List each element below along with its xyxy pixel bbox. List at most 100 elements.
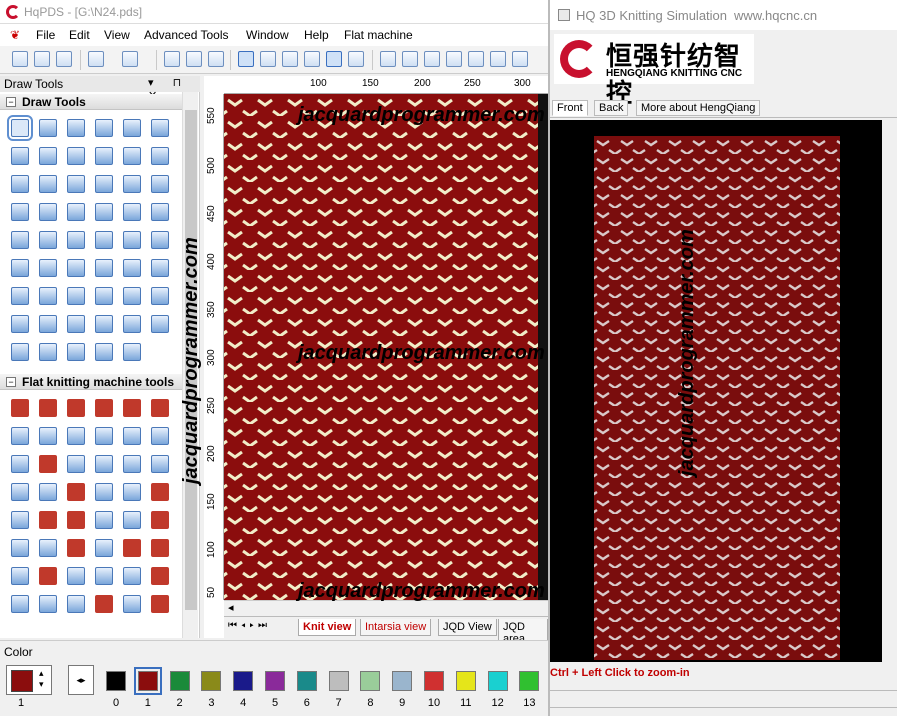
knit-front-icon[interactable] bbox=[11, 399, 29, 417]
transfer-down-icon[interactable] bbox=[123, 483, 141, 501]
tab-intarsia-view[interactable]: Intarsia view bbox=[360, 619, 432, 636]
pattern-icon[interactable] bbox=[402, 51, 418, 67]
keyboard-icon[interactable] bbox=[11, 567, 29, 585]
select-icon[interactable] bbox=[348, 51, 364, 67]
icj-2-icon[interactable] bbox=[67, 567, 85, 585]
rotate-green-icon[interactable] bbox=[151, 455, 169, 473]
eraser-2-icon[interactable] bbox=[39, 343, 57, 361]
color-swatch-9[interactable] bbox=[392, 671, 413, 691]
cnt-icon[interactable] bbox=[123, 539, 141, 557]
panel-icon[interactable] bbox=[123, 287, 141, 305]
color-stepper-icon[interactable]: ▴ ▾ bbox=[39, 668, 44, 690]
yarn-icon[interactable] bbox=[123, 427, 141, 445]
section-flat-knitting-tools[interactable]: − Flat knitting machine tools bbox=[0, 374, 182, 390]
new-file-icon[interactable] bbox=[12, 51, 28, 67]
chevrons-icon[interactable] bbox=[39, 595, 57, 613]
globe-icon[interactable] bbox=[95, 567, 113, 585]
mirror-icon[interactable] bbox=[67, 259, 85, 277]
hod-box-icon[interactable] bbox=[39, 567, 57, 585]
icj-icon[interactable] bbox=[151, 539, 169, 557]
filled-diamond-icon[interactable] bbox=[39, 175, 57, 193]
transfer-icon[interactable] bbox=[67, 455, 85, 473]
bar-chart-icon[interactable] bbox=[123, 259, 141, 277]
menu-window[interactable]: Window bbox=[246, 28, 289, 42]
snowflake-icon[interactable] bbox=[380, 51, 396, 67]
color-swatch-2[interactable] bbox=[169, 671, 190, 691]
rect-select-icon[interactable] bbox=[39, 119, 57, 137]
frame-icon[interactable] bbox=[11, 315, 29, 333]
color-swatch-7[interactable] bbox=[328, 671, 349, 691]
stitch-icon[interactable] bbox=[446, 51, 462, 67]
color-stripes-icon[interactable] bbox=[39, 511, 57, 529]
jacquard-icon[interactable] bbox=[424, 51, 440, 67]
scroll-left-icon[interactable]: ◂ bbox=[228, 601, 234, 614]
color-swatch-8[interactable] bbox=[360, 671, 381, 691]
scale-icon[interactable] bbox=[67, 427, 85, 445]
ruler-icon[interactable] bbox=[282, 51, 298, 67]
cone-icon[interactable] bbox=[95, 455, 113, 473]
loop-icon[interactable] bbox=[67, 483, 85, 501]
monitor-icon[interactable] bbox=[95, 287, 113, 305]
export-icon[interactable] bbox=[512, 51, 528, 67]
simulation-viewport[interactable] bbox=[550, 120, 882, 662]
rect-icon[interactable] bbox=[11, 147, 29, 165]
tab-jqd-view[interactable]: JQD View bbox=[438, 619, 497, 636]
dropper-icon[interactable] bbox=[39, 483, 57, 501]
tab-more-about-hengqiang[interactable]: More about HengQiang bbox=[636, 100, 761, 116]
text-icon[interactable] bbox=[39, 203, 57, 221]
syringe-icon[interactable] bbox=[95, 511, 113, 529]
parallelogram-icon[interactable] bbox=[67, 175, 85, 193]
star-icon[interactable] bbox=[123, 567, 141, 585]
copy-area-icon[interactable] bbox=[39, 259, 57, 277]
color-swatch-10[interactable] bbox=[424, 671, 444, 691]
menu-file[interactable]: File bbox=[36, 28, 55, 42]
line-icon[interactable] bbox=[123, 119, 141, 137]
rows-icon[interactable] bbox=[11, 231, 29, 249]
crosshair-icon[interactable] bbox=[304, 51, 320, 67]
diamond-icon[interactable] bbox=[11, 175, 29, 193]
color-swatch-6[interactable] bbox=[296, 671, 317, 691]
miss-icon[interactable] bbox=[151, 399, 169, 417]
paste-icon[interactable] bbox=[208, 51, 224, 67]
hod-red-icon[interactable] bbox=[151, 483, 169, 501]
open-folder-icon[interactable] bbox=[34, 51, 50, 67]
color-swatch-1[interactable] bbox=[133, 667, 162, 695]
download-icon[interactable] bbox=[11, 483, 29, 501]
undo-icon[interactable] bbox=[88, 51, 104, 67]
rotate-icon[interactable] bbox=[67, 315, 85, 333]
blocks-icon[interactable] bbox=[39, 231, 57, 249]
color-swatch-4[interactable] bbox=[233, 671, 254, 691]
tuck-back-icon[interactable] bbox=[123, 399, 141, 417]
fill-bucket-2-icon[interactable] bbox=[95, 231, 113, 249]
stairs-icon[interactable] bbox=[151, 595, 169, 613]
color-swatch-5[interactable] bbox=[265, 671, 285, 691]
image-icon[interactable] bbox=[151, 315, 169, 333]
preview-icon[interactable] bbox=[468, 51, 484, 67]
grid-fill-icon[interactable] bbox=[95, 203, 113, 221]
filled-round-rect-icon[interactable] bbox=[95, 147, 113, 165]
zoom-icon[interactable] bbox=[95, 315, 113, 333]
panel-2-icon[interactable] bbox=[151, 287, 169, 305]
dots-icon[interactable] bbox=[95, 539, 113, 557]
menu-advanced-tools[interactable]: Advanced Tools bbox=[144, 28, 229, 42]
stack-icon[interactable] bbox=[95, 427, 113, 445]
m-shape-icon[interactable] bbox=[123, 511, 141, 529]
menu-app-icon[interactable]: ❦ bbox=[10, 28, 20, 42]
tuck-icon[interactable] bbox=[95, 399, 113, 417]
color-swatch-12[interactable] bbox=[487, 671, 508, 691]
network-icon[interactable] bbox=[39, 287, 57, 305]
ellipse-icon[interactable] bbox=[123, 147, 141, 165]
palette-scroll-icon[interactable]: ◂▸ bbox=[68, 665, 94, 695]
filled-parallelogram-icon[interactable] bbox=[95, 175, 113, 193]
menu-help[interactable]: Help bbox=[304, 28, 329, 42]
fill-bucket-4-icon[interactable] bbox=[151, 231, 169, 249]
color-swatch-11[interactable] bbox=[455, 671, 476, 691]
columns-icon[interactable] bbox=[67, 203, 85, 221]
shirt-icon[interactable] bbox=[151, 427, 169, 445]
diagonal-icon[interactable] bbox=[123, 203, 141, 221]
window-icon[interactable] bbox=[67, 287, 85, 305]
pencil-icon[interactable] bbox=[67, 119, 85, 137]
orange-block-icon[interactable] bbox=[67, 511, 85, 529]
round-rect-icon[interactable] bbox=[67, 147, 85, 165]
menu-edit[interactable]: Edit bbox=[69, 28, 90, 42]
